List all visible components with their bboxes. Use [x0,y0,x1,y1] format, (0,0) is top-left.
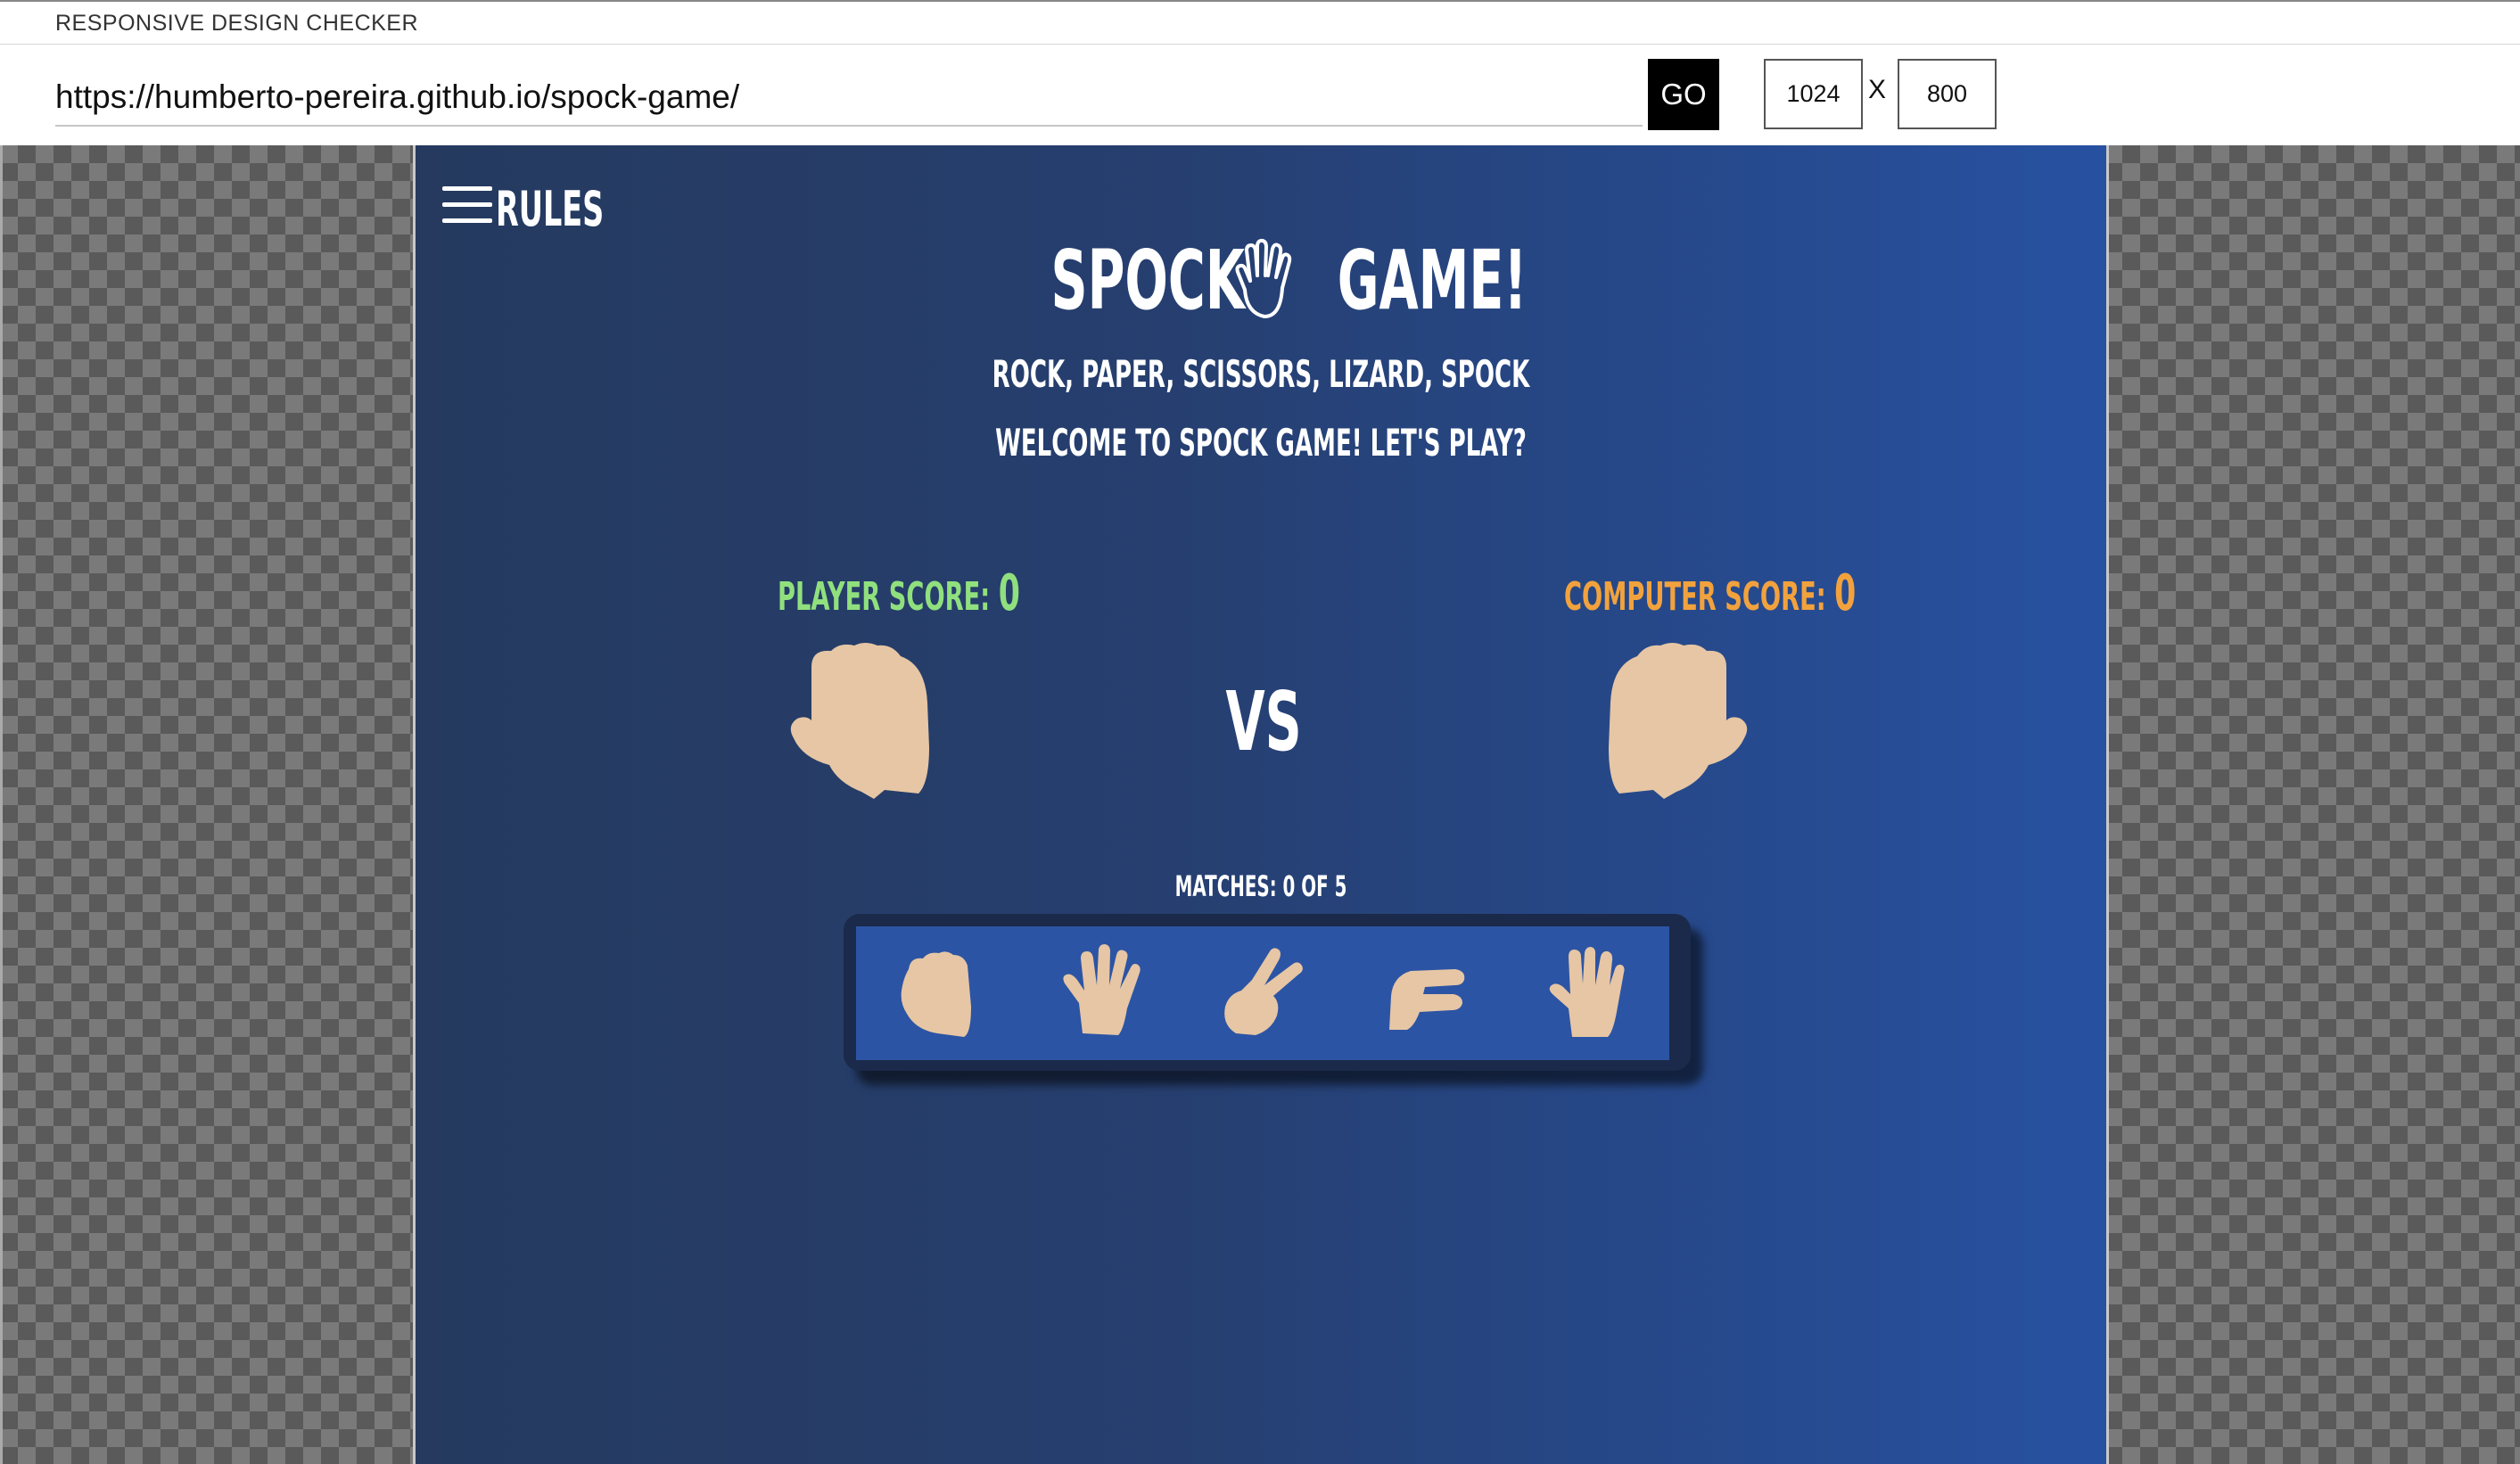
scissors-button[interactable] [1214,940,1312,1047]
subtitle: ROCK, PAPER, SCISSORS, LIZARD, SPOCK [992,352,1530,396]
spock-button[interactable] [1539,940,1637,1047]
paper-button[interactable] [1051,940,1149,1047]
matches-counter: MATCHES: 0 OF 5 [1174,869,1347,903]
welcome-message: WELCOME TO SPOCK GAME! LET'S PLAY? [995,421,1527,465]
device-viewport: RULES SPOCK GAME! ROCK, PAPER, SCISSORS,… [413,145,2109,1464]
title-game: GAME! [1337,233,1528,328]
player-score-label: PLAYER SCORE: [778,574,991,620]
dimension-separator: X [1868,75,1887,104]
game-title: SPOCK GAME! [416,233,2106,349]
hamburger-icon [442,186,492,224]
choice-tray [844,914,1691,1071]
lizard-icon [1389,969,1465,1030]
rock-button[interactable] [888,940,986,1047]
rules-menu-button[interactable]: RULES [442,181,621,237]
vulcan-salute-icon [1235,238,1292,318]
width-input[interactable] [1764,59,1863,129]
computer-score-label: COMPUTER SCORE: [1564,574,1826,620]
spock-icon [1549,947,1625,1037]
player-score-value: 0 [998,564,1020,622]
lizard-button[interactable] [1376,940,1474,1047]
rock-icon [901,951,972,1037]
choice-buttons [856,926,1669,1060]
app-title: RESPONSIVE DESIGN CHECKER [55,11,419,36]
checker-toolbar: RESPONSIVE DESIGN CHECKER GO X [0,0,2520,145]
url-input[interactable] [55,70,1643,127]
versus-label: VS [1225,674,1302,769]
frame-edge [0,145,3,1464]
computer-score-value: 0 [1834,564,1857,622]
height-input[interactable] [1898,59,1997,129]
computer-score: COMPUTER SCORE: 0 [1564,564,1856,622]
rules-label: RULES [496,181,605,237]
title-spock: SPOCK [1050,233,1245,328]
go-button[interactable]: GO [1648,59,1719,130]
player-score: PLAYER SCORE: 0 [778,564,1020,622]
divider [0,44,2520,45]
paper-icon [1062,944,1141,1035]
scissors-icon [1224,948,1303,1035]
